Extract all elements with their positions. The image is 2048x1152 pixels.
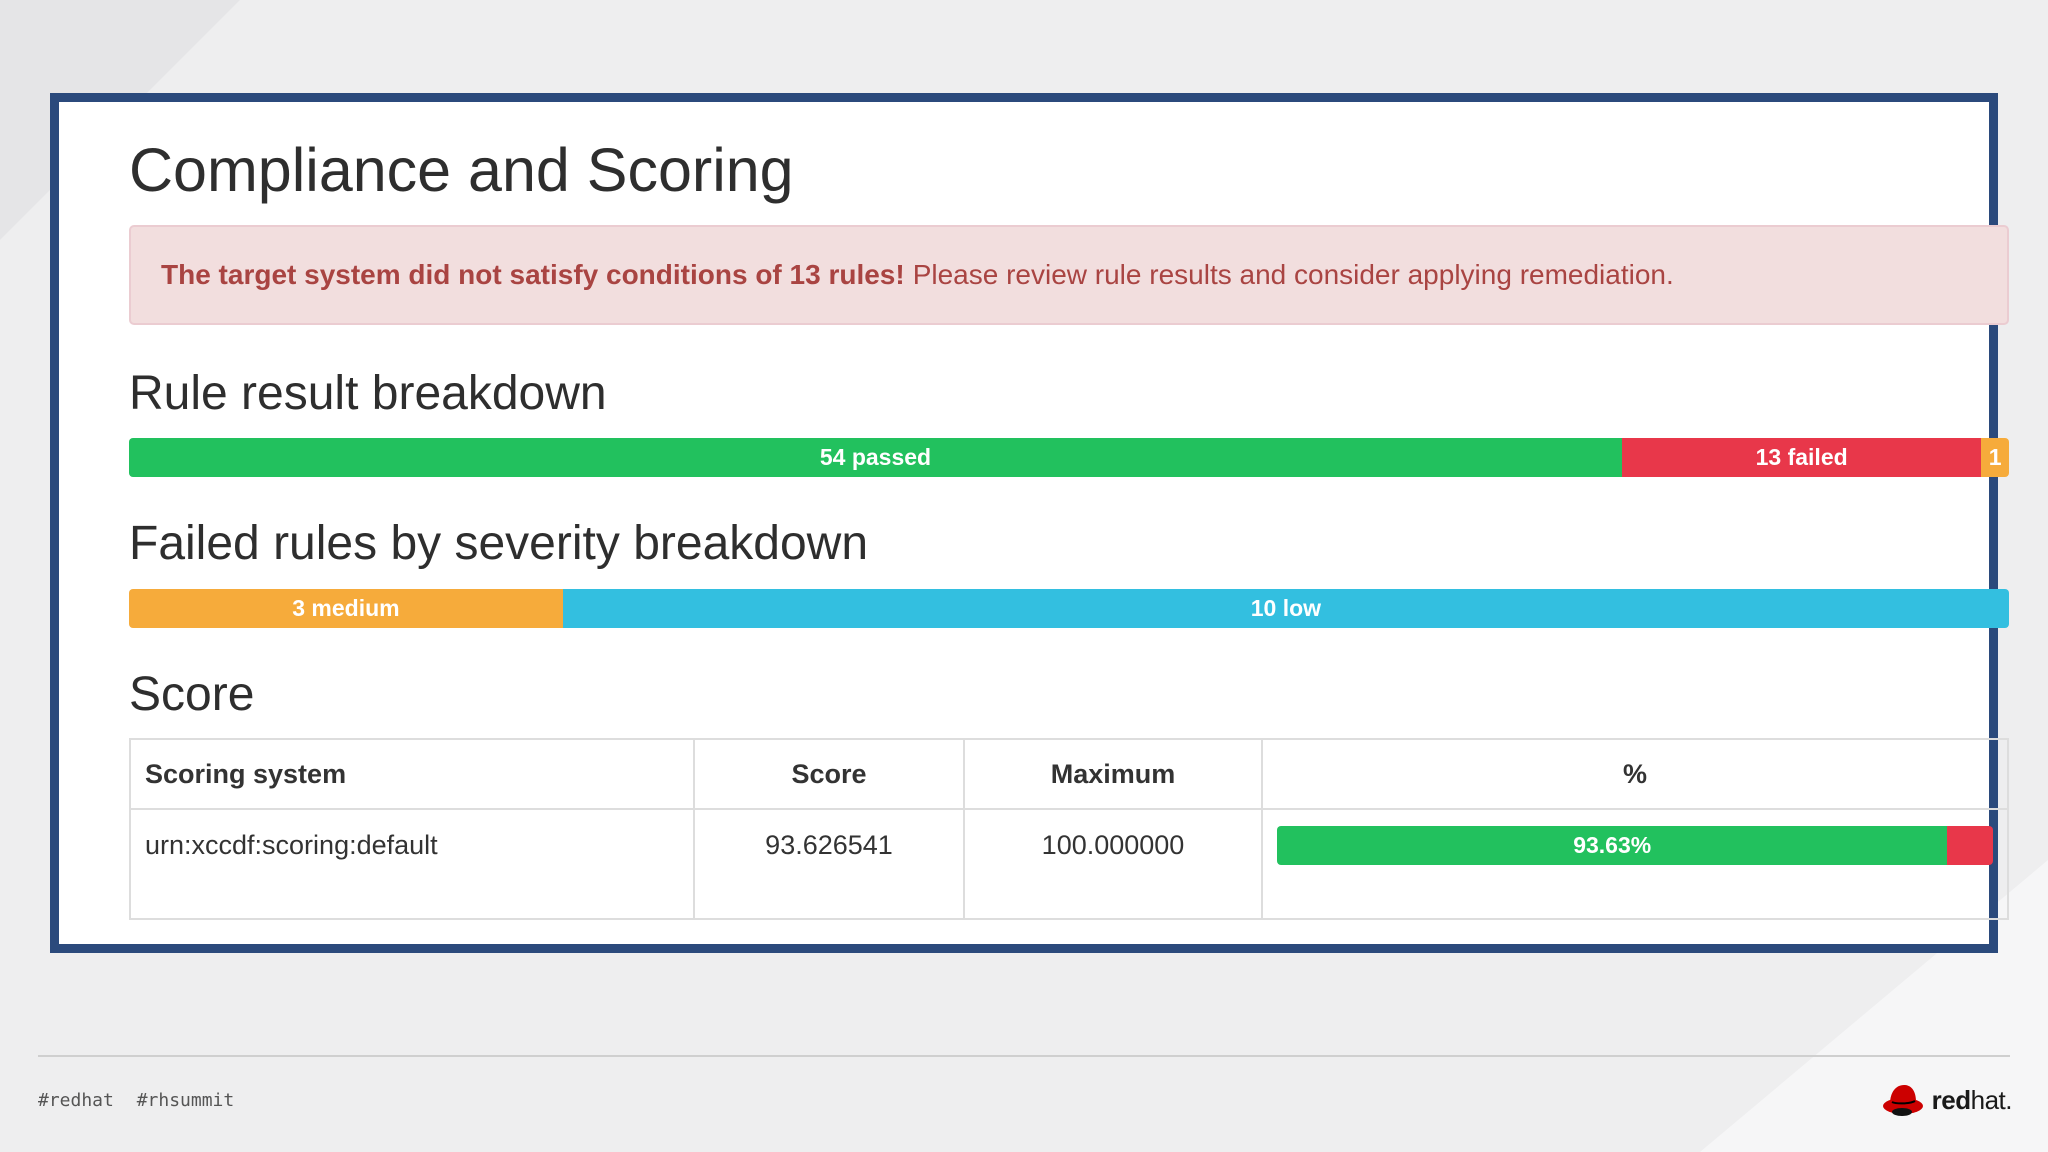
- footer-hashtags: #redhat #rhsummit: [38, 1090, 246, 1111]
- rule-result-bar: 54 passed 13 failed 1: [129, 438, 2009, 477]
- column-header-score: Score: [693, 738, 965, 810]
- shadowman-icon: [1882, 1085, 1923, 1116]
- failure-alert: The target system did not satisfy condit…: [129, 225, 2009, 325]
- logo-text-light: hat.: [1970, 1084, 2013, 1115]
- failed-segment-label: 13 failed: [1755, 444, 1848, 470]
- alert-text: Please review rule results and consider …: [912, 259, 1674, 290]
- score-cell: 93.626541: [693, 808, 965, 920]
- hashtag-rhsummit: #rhsummit: [136, 1090, 235, 1111]
- other-segment: 1: [1981, 438, 2009, 477]
- alert-bold-text: The target system did not satisfy condit…: [161, 259, 905, 290]
- score-table-header-row: Scoring system Score Maximum %: [129, 738, 2009, 810]
- logo-text-bold: red: [1931, 1084, 1971, 1115]
- medium-segment: 3 medium: [129, 589, 563, 628]
- redhat-logo: redhat.: [1882, 1080, 2013, 1120]
- other-segment-label: 1: [1988, 444, 2002, 470]
- severity-bar: 3 medium 10 low: [129, 589, 2009, 628]
- compliance-panel: Compliance and Scoring The target system…: [50, 93, 2009, 953]
- medium-segment-label: 3 medium: [292, 595, 400, 621]
- low-segment: 10 low: [562, 589, 2009, 628]
- score-heading: Score: [129, 668, 255, 721]
- column-header-percent: %: [1261, 738, 2009, 810]
- failed-segment: 13 failed: [1621, 438, 1982, 477]
- passed-segment: 54 passed: [129, 438, 1622, 477]
- column-header-maximum: Maximum: [963, 738, 1263, 810]
- passed-segment-label: 54 passed: [819, 444, 932, 470]
- redhat-wordmark: redhat.: [1931, 1084, 2013, 1116]
- score-table: Scoring system Score Maximum % urn:xccdf…: [129, 738, 2009, 920]
- percent-label: 93.63%: [1573, 832, 1652, 858]
- severity-heading: Failed rules by severity breakdown: [129, 517, 869, 570]
- low-segment-label: 10 low: [1250, 595, 1322, 621]
- rule-result-heading: Rule result breakdown: [129, 367, 607, 420]
- footer-divider: [38, 1055, 2010, 1057]
- column-header-scoring-system: Scoring system: [129, 738, 695, 810]
- scoring-system-cell: urn:xccdf:scoring:default: [129, 808, 695, 920]
- percent-remainder: [1947, 826, 1993, 865]
- page-title: Compliance and Scoring: [129, 136, 794, 204]
- percent-progress-bar: 93.63%: [1277, 826, 1993, 865]
- percent-fill: 93.63%: [1277, 826, 1948, 865]
- maximum-cell: 100.000000: [963, 808, 1263, 920]
- table-row: urn:xccdf:scoring:default 93.626541 100.…: [129, 808, 2009, 920]
- percent-cell: 93.63%: [1261, 808, 2009, 920]
- hashtag-redhat: #redhat: [38, 1090, 114, 1111]
